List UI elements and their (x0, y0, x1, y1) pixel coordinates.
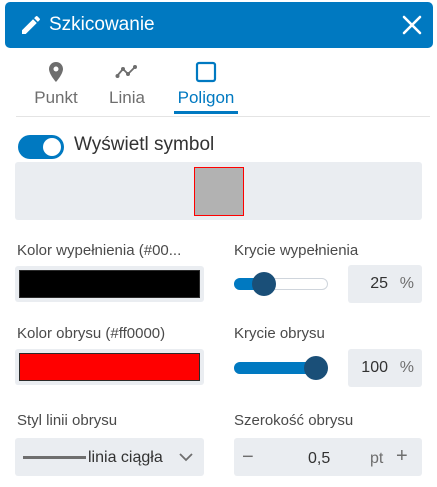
outline-opacity-slider[interactable] (234, 356, 328, 380)
outline-color-picker[interactable] (15, 349, 204, 385)
divider (16, 116, 430, 117)
tab-label: Poligon (177, 88, 235, 107)
geometry-tabs: Punkt Linia Poligon (0, 54, 437, 116)
fill-opacity-value: 25 (370, 275, 388, 292)
panel-title: Szkicowanie (49, 14, 155, 35)
outline-style-label: Styl linii obrysu (17, 412, 118, 429)
pencil-icon (22, 15, 40, 35)
map-pin-icon (49, 62, 63, 82)
fill-color-swatch (19, 270, 200, 298)
percent-unit: % (399, 275, 414, 292)
pt-unit: pt (370, 450, 384, 467)
tab-linia[interactable]: Linia (106, 54, 148, 116)
chevron-down-icon (179, 453, 193, 462)
tab-label: Punkt (34, 88, 78, 107)
tab-label: Linia (109, 88, 145, 107)
close-icon[interactable] (401, 14, 423, 36)
active-tab-indicator (174, 111, 238, 114)
square-icon (195, 61, 217, 83)
fill-opacity-label: Krycie wypełnienia (234, 242, 359, 259)
panel-header: Szkicowanie (5, 2, 433, 48)
decrement-button[interactable]: − (242, 446, 254, 469)
outline-width-stepper: − 0,5 pt + (234, 438, 422, 476)
display-symbol-label: Wyświetl symbol (74, 134, 215, 155)
slider-thumb[interactable] (251, 272, 276, 296)
fill-opacity-slider[interactable] (234, 272, 328, 296)
increment-button[interactable]: + (396, 445, 408, 468)
fill-opacity-input[interactable]: 25 % (348, 265, 422, 303)
outline-style-value: linia ciągła (88, 449, 163, 466)
toggle-knob (43, 138, 61, 156)
outline-width-label: Szerokość obrysu (234, 412, 354, 429)
fill-color-picker[interactable] (15, 266, 204, 302)
outline-style-select[interactable]: linia ciągła (15, 438, 204, 476)
polygon-symbol-swatch (194, 167, 244, 216)
display-symbol-toggle[interactable] (18, 135, 64, 159)
fill-color-label: Kolor wypełnienia (#00... (17, 242, 182, 259)
outline-color-swatch (19, 353, 200, 381)
outline-width-value[interactable]: 0,5 (308, 450, 330, 468)
solid-line-sample (23, 456, 86, 459)
outline-opacity-value: 100 (361, 359, 388, 376)
outline-opacity-input[interactable]: 100 % (348, 349, 422, 387)
slider-thumb[interactable] (304, 356, 328, 380)
polyline-icon (115, 65, 137, 78)
percent-unit: % (399, 359, 414, 376)
tab-punkt[interactable]: Punkt (30, 54, 82, 116)
symbol-preview (15, 162, 422, 220)
tab-poligon[interactable]: Poligon (174, 54, 238, 116)
outline-color-label: Kolor obrysu (#ff0000) (17, 325, 166, 342)
outline-opacity-label: Krycie obrysu (234, 325, 325, 342)
